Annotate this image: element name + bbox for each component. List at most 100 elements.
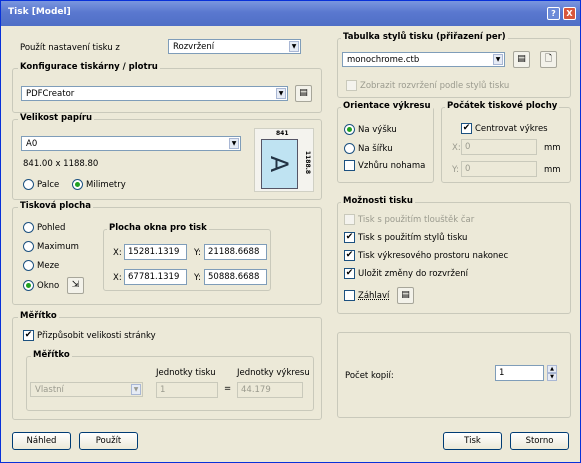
options-title: Možnosti tisku <box>341 196 415 206</box>
scale-select[interactable]: Vlastní ▼ <box>30 382 143 397</box>
radio-inches[interactable] <box>23 179 34 190</box>
fit-to-paper-checkbox[interactable]: ✔ <box>23 330 34 341</box>
fit-to-paper-label: Přizpůsobit velikosti stránky <box>37 331 156 341</box>
drawing-units-input[interactable]: 44.179 <box>237 382 303 398</box>
cancel-button[interactable]: Storno <box>510 432 569 450</box>
plot-styles-label: Tisk s použitím stylů tisku <box>358 233 468 243</box>
paper-size-select[interactable]: A0 ▼ <box>21 136 241 151</box>
upside-down-label: Vzhůru nohama <box>358 161 426 171</box>
center-plot-label: Centrovat výkres <box>475 124 548 134</box>
printer-title: Konfigurace tiskárny / plotru <box>18 62 160 72</box>
radio-dot <box>75 182 80 187</box>
radio-inches-label: Palce <box>37 180 60 190</box>
radio-mm-label: Milimetry <box>86 180 126 190</box>
x2-label: X: <box>113 273 122 283</box>
window-area-title: Plocha okna pro tisk <box>107 223 209 233</box>
save-changes-label: Uložit změny do rozvržení <box>358 269 468 279</box>
radio-view-label: Pohled <box>37 223 66 233</box>
y1-label: Y: <box>194 248 201 258</box>
upside-down-checkbox[interactable] <box>344 160 355 171</box>
paperspace-last-label: Tisk výkresového prostoru nakonec <box>358 251 509 261</box>
copies-label: Počet kopií: <box>345 371 394 381</box>
spin-down-icon[interactable]: ▼ <box>547 373 557 381</box>
radio-dot <box>347 127 352 132</box>
x-offset-unit: mm <box>544 143 561 153</box>
show-styles-checkbox[interactable] <box>346 80 357 91</box>
y-offset-label: Y: <box>452 165 459 175</box>
paper-title: Velikost papíru <box>18 113 95 123</box>
radio-landscape-label: Na šířku <box>358 144 393 154</box>
new-icon[interactable]: 🗋 <box>540 51 557 68</box>
chevron-down-icon: ▼ <box>289 41 299 52</box>
window-title: Tisk [Model] <box>8 7 71 17</box>
paper-sheet: A <box>261 139 298 189</box>
plot-settings-label: Použít nastavení tisku z <box>20 43 120 53</box>
radio-portrait-label: Na výšku <box>358 125 397 135</box>
scale-sub-title: Měřítko <box>31 350 72 360</box>
x1-label: X: <box>113 248 122 258</box>
center-plot-checkbox[interactable]: ✔ <box>461 123 472 134</box>
printer-select[interactable]: PDFCreator ▼ <box>21 86 288 101</box>
radio-landscape[interactable] <box>344 143 355 154</box>
apply-button[interactable]: Použít <box>79 432 138 450</box>
printer-value: PDFCreator <box>26 89 75 99</box>
stamp-label: Záhlaví <box>358 291 390 301</box>
print-button[interactable]: Tisk <box>443 432 502 450</box>
origin-title: Počátek tiskové plochy <box>445 101 560 111</box>
radio-view[interactable] <box>23 222 34 233</box>
radio-portrait[interactable] <box>344 124 355 135</box>
lineweights-checkbox[interactable] <box>344 214 355 225</box>
plot-settings-value: Rozvržení <box>173 42 215 52</box>
paper-units-input[interactable]: 1 <box>156 382 218 398</box>
area-title: Tisková plocha <box>18 201 93 211</box>
paper-preview: 841 A 1188.8 <box>254 128 314 192</box>
close-button[interactable]: X <box>563 7 576 20</box>
scale-title: Měřítko <box>18 311 59 321</box>
style-title: Tabulka stylů tisku (přiřazení per) <box>341 32 508 42</box>
paper-sheet-letter: A <box>265 155 294 173</box>
radio-millimeters[interactable] <box>72 179 83 190</box>
y2-input[interactable]: 50888.6688 <box>204 269 267 285</box>
preview-button[interactable]: Náhled <box>12 432 71 450</box>
radio-limits[interactable] <box>23 260 34 271</box>
spin-up-icon[interactable]: ▲ <box>547 365 557 373</box>
select-window-icon[interactable]: ⇲ <box>67 277 84 294</box>
copies-input[interactable]: 1 <box>495 365 544 381</box>
radio-window[interactable] <box>23 280 34 291</box>
properties-icon[interactable]: ▤ <box>513 51 530 68</box>
plot-settings-select[interactable]: Rozvržení ▼ <box>168 39 301 54</box>
radio-window-label: Okno <box>37 281 60 291</box>
stamp-checkbox[interactable] <box>344 290 355 301</box>
radio-extents-label: Maximum <box>37 242 79 252</box>
radio-dot <box>26 283 31 288</box>
paper-height-label: 1188.8 <box>304 150 312 175</box>
paper-size-value: A0 <box>26 139 38 149</box>
chevron-down-icon: ▼ <box>131 384 141 395</box>
chevron-down-icon: ▼ <box>276 88 286 99</box>
style-select[interactable]: monochrome.ctb ▼ <box>342 52 505 67</box>
paper-dims: 841.00 x 1188.80 <box>23 159 99 169</box>
x2-input[interactable]: 67781.1319 <box>124 269 187 285</box>
style-value: monochrome.ctb <box>347 55 420 65</box>
chevron-down-icon: ▼ <box>493 54 503 65</box>
x1-input[interactable]: 15281.1319 <box>124 244 187 260</box>
x-offset-input[interactable]: 0 <box>461 139 537 155</box>
radio-extents[interactable] <box>23 241 34 252</box>
help-button[interactable]: ? <box>547 7 560 20</box>
show-styles-label: Zobrazit rozvržení podle stylů tisku <box>360 81 510 91</box>
properties-icon[interactable]: ▤ <box>397 287 414 304</box>
save-changes-checkbox[interactable]: ✔ <box>344 268 355 279</box>
chevron-down-icon: ▼ <box>229 138 239 149</box>
paper-units-label: Jednotky tisku <box>156 368 216 378</box>
paper-width-label: 841 <box>276 130 289 137</box>
y-offset-unit: mm <box>544 165 561 175</box>
drawing-units-label: Jednotky výkresu <box>237 368 310 378</box>
title-bar: Tisk [Model] ? X <box>1 1 580 26</box>
lineweights-label: Tisk s použitím tlouštěk čar <box>358 215 475 225</box>
paperspace-last-checkbox[interactable]: ✔ <box>344 250 355 261</box>
plot-styles-checkbox[interactable]: ✔ <box>344 232 355 243</box>
properties-icon[interactable]: ▤ <box>295 85 312 102</box>
y1-input[interactable]: 21188.6688 <box>204 244 267 260</box>
x-offset-label: X: <box>452 143 461 153</box>
y-offset-input[interactable]: 0 <box>461 161 537 177</box>
